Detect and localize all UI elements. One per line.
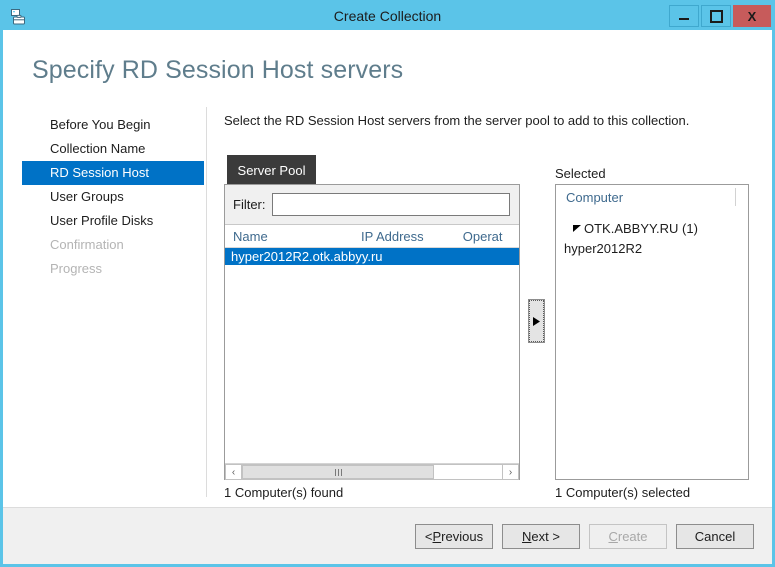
server-collection-icon — [7, 6, 29, 28]
caption-buttons: X — [669, 5, 771, 27]
filter-row: Filter: — [225, 185, 519, 225]
minimize-icon — [679, 18, 689, 20]
create-collection-window: Create Collection X Specify RD Session H… — [0, 0, 775, 567]
previous-prefix: < — [424, 529, 433, 544]
instruction-text: Select the RD Session Host servers from … — [224, 113, 690, 128]
sidebar-item-progress: Progress — [50, 261, 103, 276]
minimize-button[interactable] — [669, 5, 699, 27]
grip-line — [340, 468, 342, 476]
column-header-operating-system[interactable]: Operat — [455, 229, 519, 244]
create-button: Create — [589, 524, 667, 549]
scroll-left-icon[interactable]: ‹ — [225, 464, 242, 480]
selected-panel-status: 1 Computer(s) selected — [555, 485, 691, 500]
previous-suffix: revious — [441, 529, 484, 544]
scrollbar-track[interactable] — [242, 464, 502, 480]
tree-group-label: OTK.ABBYY.RU (1) — [584, 220, 698, 236]
column-header-computer-label: Computer — [566, 189, 624, 205]
create-suffix: reate — [617, 529, 648, 544]
selected-panel-label: Selected — [555, 166, 606, 181]
tab-server-pool[interactable]: Server Pool — [227, 155, 316, 185]
maximize-button[interactable] — [701, 5, 731, 27]
column-header-ip-address[interactable]: IP Address — [353, 229, 455, 244]
next-button[interactable]: Next > — [502, 524, 580, 549]
grip-line — [337, 468, 339, 476]
table-row[interactable]: hyper2012R2.otk.abbyy.ru — [225, 248, 519, 265]
filter-label: Filter: — [233, 197, 266, 212]
next-suffix: ext > — [531, 529, 560, 544]
scrollbar-thumb[interactable] — [242, 465, 435, 479]
selected-panel: Computer OTK.ABBYY.RU (1) hyper2012R2 — [555, 184, 749, 480]
footer-buttons: < Previous Next > Create Cancel — [415, 524, 754, 549]
title-bar: Create Collection X — [3, 3, 772, 30]
tree-expand-icon[interactable] — [570, 224, 584, 233]
grip-line — [334, 468, 336, 476]
footer-bar: < Previous Next > Create Cancel — [3, 507, 772, 564]
sidebar-item-confirmation: Confirmation — [50, 237, 124, 252]
sidebar-divider — [206, 107, 207, 497]
previous-accel: P — [432, 529, 442, 544]
maximize-icon — [709, 9, 723, 23]
close-button[interactable]: X — [733, 5, 771, 27]
move-right-arrow-icon — [529, 300, 544, 342]
server-pool-panel: Filter: Name IP Address Operat hyper2012… — [224, 184, 520, 480]
sidebar-item-user-groups[interactable]: User Groups — [22, 185, 204, 209]
tree-group-node[interactable]: OTK.ABBYY.RU (1) — [556, 217, 748, 239]
horizontal-scrollbar[interactable]: ‹ › — [225, 463, 519, 480]
wizard-nav: Before You Begin Collection Name RD Sess… — [22, 113, 204, 281]
create-accel: C — [608, 529, 618, 544]
column-header-name[interactable]: Name — [225, 229, 353, 244]
window-title: Create Collection — [333, 8, 442, 24]
scroll-right-icon[interactable]: › — [502, 464, 519, 480]
filter-input[interactable] — [271, 193, 510, 216]
sidebar-item-user-profile-disks[interactable]: User Profile Disks — [22, 209, 204, 233]
previous-button[interactable]: < Previous — [415, 524, 493, 549]
list-item[interactable]: hyper2012R2 — [556, 239, 748, 259]
sidebar-item-rd-session-host[interactable]: RD Session Host — [22, 161, 204, 185]
server-pool-status: 1 Computer(s) found — [224, 485, 344, 500]
cancel-button[interactable]: Cancel — [676, 524, 754, 549]
page-title: Specify RD Session Host servers — [32, 56, 404, 84]
cancel-label: Cancel — [694, 529, 736, 544]
next-accel: N — [522, 529, 532, 544]
column-header-computer[interactable]: Computer — [556, 185, 748, 209]
column-divider — [735, 188, 736, 206]
sidebar-item-collection-name[interactable]: Collection Name — [22, 137, 204, 161]
server-pool-list[interactable]: hyper2012R2.otk.abbyy.ru — [225, 248, 519, 477]
sidebar-item-before-you-begin[interactable]: Before You Begin — [22, 113, 204, 137]
add-to-selected-button[interactable] — [528, 299, 545, 343]
server-pool-column-headers: Name IP Address Operat — [225, 225, 519, 248]
